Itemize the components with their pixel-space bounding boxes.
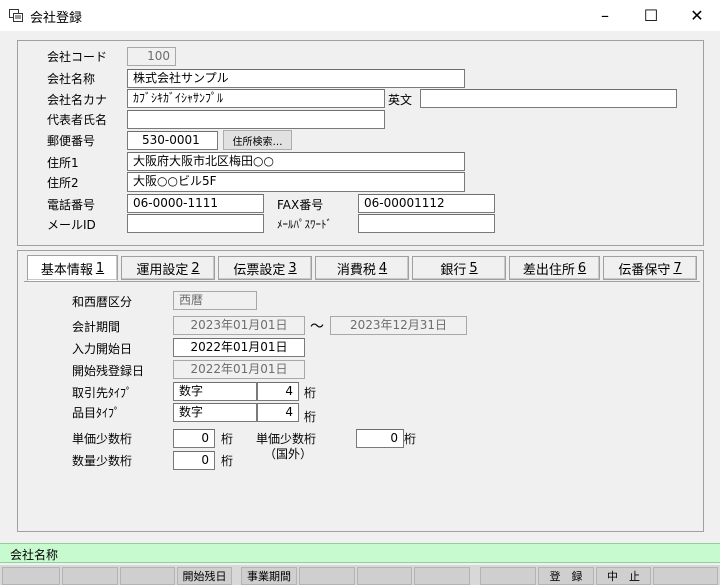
foreign-unit-price-decimals-field[interactable]: 0 bbox=[356, 429, 404, 448]
tel-label: 電話番号 bbox=[47, 198, 96, 212]
partner-digits-field[interactable]: 4 bbox=[257, 382, 299, 401]
mail-password-field[interactable] bbox=[358, 214, 495, 233]
register-button[interactable]: 登 録 bbox=[538, 567, 594, 585]
item-digits-field[interactable]: 4 bbox=[257, 403, 299, 422]
mail-password-label: ﾒｰﾙﾊﾟｽﾜｰﾄﾞ bbox=[277, 218, 332, 231]
fax-label: FAX番号 bbox=[277, 198, 324, 212]
close-button[interactable]: ✕ bbox=[674, 0, 720, 31]
unit-price-decimals-label: 単価少数桁 bbox=[72, 432, 133, 446]
fkey-f7[interactable] bbox=[299, 567, 355, 585]
opening-balance-date-label: 開始残登録日 bbox=[72, 364, 145, 378]
fkey-f10[interactable] bbox=[480, 567, 536, 585]
representative-field[interactable] bbox=[127, 110, 385, 129]
input-start-field[interactable]: 2022年01月01日 bbox=[173, 338, 305, 357]
fiscal-period-to-field: 2023年12月31日 bbox=[330, 316, 467, 335]
title-bar: 会社登録 – ☐ ✕ bbox=[0, 0, 720, 31]
item-digits-unit: 桁 bbox=[304, 410, 317, 424]
period-tilde: ～ bbox=[310, 319, 324, 335]
tab-slip-settings[interactable]: 伝票設定 3 bbox=[218, 256, 312, 280]
zip-field[interactable]: 530-0001 bbox=[127, 131, 218, 150]
maximize-icon: ☐ bbox=[643, 6, 659, 25]
window-title: 会社登録 bbox=[30, 11, 83, 26]
item-type-field[interactable]: 数字 bbox=[173, 403, 257, 422]
tab-bank[interactable]: 銀行 5 bbox=[412, 256, 506, 280]
app-icon bbox=[9, 9, 23, 22]
fkey-business-period[interactable]: 事業期間 bbox=[241, 567, 297, 585]
item-type-label: 品目ﾀｲﾌﾟ bbox=[72, 406, 121, 420]
company-code-field: 100 bbox=[127, 47, 176, 66]
tab-divider bbox=[24, 281, 700, 282]
company-kana-field[interactable]: ｶﾌﾞｼｷｶﾞｲｼｬｻﾝﾌﾟﾙ bbox=[127, 89, 385, 108]
mail-id-field[interactable] bbox=[127, 214, 264, 233]
status-bar: 会社名称 bbox=[0, 543, 720, 563]
tab-basic-info[interactable]: 基本情報 1 bbox=[27, 255, 118, 281]
fkey-f9[interactable] bbox=[414, 567, 470, 585]
minimize-button[interactable]: – bbox=[582, 0, 628, 31]
opening-balance-date-field: 2022年01月01日 bbox=[173, 360, 305, 379]
fax-field[interactable]: 06-00001112 bbox=[358, 194, 495, 213]
fiscal-period-from-field: 2023年01月01日 bbox=[173, 316, 305, 335]
fkey-f3[interactable] bbox=[120, 567, 175, 585]
fkey-f1[interactable] bbox=[2, 567, 60, 585]
tel-field[interactable]: 06-0000-1111 bbox=[127, 194, 264, 213]
quantity-decimals-label: 数量少数桁 bbox=[72, 454, 133, 468]
tab-consumption-tax[interactable]: 消費税 4 bbox=[315, 256, 409, 280]
address1-label: 住所1 bbox=[47, 156, 79, 170]
minimize-icon: – bbox=[601, 6, 609, 25]
maximize-button[interactable]: ☐ bbox=[628, 0, 674, 31]
tab-slip-number-maintenance[interactable]: 伝番保守 7 bbox=[603, 256, 697, 280]
mail-id-label: メールID bbox=[47, 218, 96, 232]
era-label: 和西暦区分 bbox=[72, 295, 133, 309]
address2-label: 住所2 bbox=[47, 176, 79, 190]
company-kana-label: 会社名カナ bbox=[47, 93, 108, 107]
address-search-button[interactable]: 住所検索… bbox=[223, 130, 292, 150]
close-icon: ✕ bbox=[690, 6, 704, 25]
fkey-f13[interactable] bbox=[653, 567, 718, 585]
quantity-decimals-unit: 桁 bbox=[221, 454, 234, 468]
fiscal-period-label: 会計期間 bbox=[72, 320, 121, 334]
fkey-f2[interactable] bbox=[62, 567, 118, 585]
fkey-f8[interactable] bbox=[357, 567, 412, 585]
company-name-label: 会社名称 bbox=[47, 72, 96, 86]
company-code-label: 会社コード bbox=[47, 50, 108, 64]
company-name-field[interactable]: 株式会社サンプル bbox=[127, 69, 465, 88]
tab-sender-address[interactable]: 差出住所 6 bbox=[509, 256, 600, 280]
unit-price-decimals-field[interactable]: 0 bbox=[173, 429, 215, 448]
quantity-decimals-field[interactable]: 0 bbox=[173, 451, 215, 470]
foreign-unit-price-sub-label: （国外） bbox=[264, 447, 313, 461]
foreign-unit-price-decimals-unit: 桁 bbox=[404, 432, 417, 446]
fkey-opening-balance[interactable]: 開始残日 bbox=[177, 567, 232, 585]
partner-digits-unit: 桁 bbox=[304, 386, 317, 400]
zip-label: 郵便番号 bbox=[47, 134, 96, 148]
english-name-label: 英文 bbox=[388, 93, 413, 107]
partner-type-label: 取引先ﾀｲﾌﾟ bbox=[72, 386, 133, 400]
tab-operation-settings[interactable]: 運用設定 2 bbox=[121, 256, 215, 280]
representative-label: 代表者氏名 bbox=[47, 113, 108, 127]
partner-type-field[interactable]: 数字 bbox=[173, 382, 257, 401]
address1-field[interactable]: 大阪府大阪市北区梅田○○ bbox=[127, 152, 465, 171]
unit-price-decimals-unit: 桁 bbox=[221, 432, 234, 446]
input-start-label: 入力開始日 bbox=[72, 342, 133, 356]
address3-field bbox=[127, 189, 465, 192]
era-field: 西暦 bbox=[173, 291, 257, 310]
cancel-button[interactable]: 中 止 bbox=[596, 567, 651, 585]
english-name-field[interactable] bbox=[420, 89, 677, 108]
